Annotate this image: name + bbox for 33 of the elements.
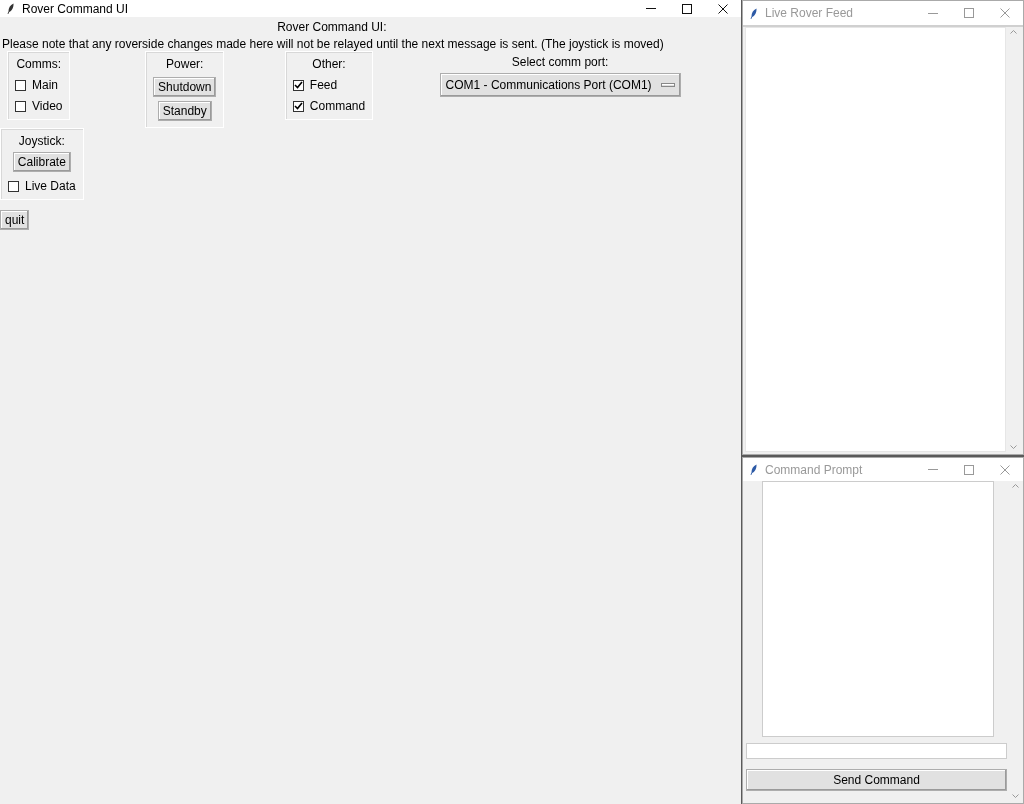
push-button[interactable]: Calibrate [12,152,71,172]
group-title: Other: [312,57,346,71]
group-title: Joystick: [18,134,65,148]
send-command-button[interactable]: Send Command [746,769,1007,791]
group-title: Comms: [16,57,62,71]
window-title: Live Rover Feed [765,6,855,20]
checkbox-label: Live Data [25,179,76,193]
quit-button[interactable]: quit [0,210,30,230]
close-icon[interactable] [718,3,728,14]
port-label: Select comm port: [511,55,609,69]
checkbox[interactable] [15,79,26,91]
note-text: Please note that any roverside changes made here will not be relayed until the next message is sent. (The joystick is moved) [1,37,664,51]
checkbox[interactable] [292,79,304,91]
push-button[interactable]: Standby [157,101,212,121]
checkbox[interactable] [15,100,26,112]
checkbox-label: Command [309,99,366,113]
checkbox-label: Video [32,99,63,113]
checkbox-label: Feed [309,78,338,92]
window-title: Rover Command UI [22,1,130,16]
maximize-icon[interactable] [682,3,692,14]
feather-icon [750,464,757,475]
window-title: Command Prompt [765,462,864,477]
command-input-field[interactable] [746,743,1007,759]
feather-icon [7,3,14,14]
checkbox[interactable] [292,100,304,112]
feather-icon [750,7,757,19]
checkbox-label: Main [32,78,58,92]
checkbox[interactable] [8,180,19,192]
heading: Rover Command UI: [277,20,387,34]
group-title: Power: [166,57,204,71]
minimize-icon[interactable] [928,12,938,14]
port-dropdown[interactable]: COM1 - Communications Port (COM1) [439,73,681,97]
push-button[interactable]: Shutdown [153,77,217,97]
